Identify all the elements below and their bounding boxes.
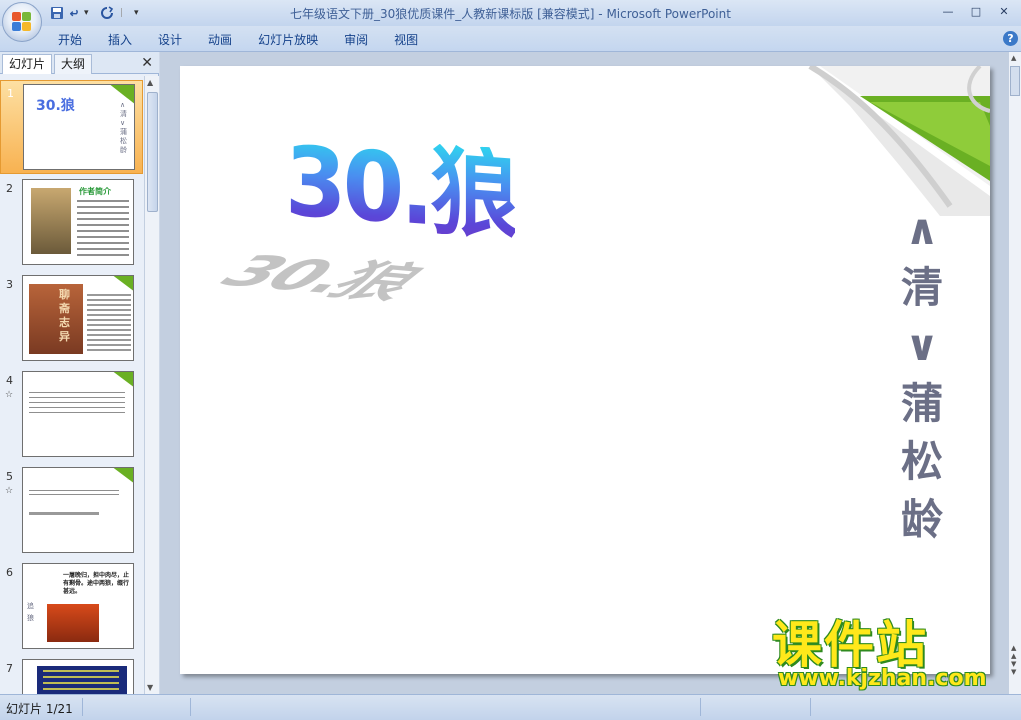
tab-design[interactable]: 设计: [148, 31, 198, 49]
slide-thumbnail-6[interactable]: 一屠晚归，担中肉尽，止有剩骨。途中两狼，缀行甚远。 追狼: [22, 563, 134, 649]
thumbnail-row[interactable]: 7: [0, 656, 143, 694]
thumb-title: 30.狼: [36, 98, 75, 114]
office-button[interactable]: [2, 2, 42, 42]
thumb-text-block: [43, 670, 119, 690]
next-slide-icon[interactable]: ▼ ▼: [1011, 660, 1016, 676]
tab-outline[interactable]: 大纲: [54, 54, 93, 74]
slide-thumbnail-1[interactable]: 30.狼 ∧清∨蒲松龄: [23, 84, 135, 170]
scrollbar-thumb[interactable]: [147, 92, 158, 212]
slide-number: 1: [7, 87, 14, 100]
thumbnail-row[interactable]: 5 ☆: [0, 464, 143, 558]
thumb-text-block: [29, 512, 99, 515]
slide-thumbnails: 1 30.狼 ∧清∨蒲松龄 2 作者简介 3 聊斋志异 4 ☆ 5 ☆ 6 一屠…: [0, 76, 143, 694]
ribbon-tabs: 开始 插入 设计 动画 幻灯片放映 审阅 视图: [48, 31, 434, 49]
portrait-image: [31, 188, 71, 254]
thumbnail-row[interactable]: 3 聊斋志异: [0, 272, 143, 366]
title-bar: ▾ | ▾ 七年级语文下册_30狼优质课件_人教新课标版 [兼容模式] - Mi…: [0, 0, 1021, 42]
window-controls: — □ ✕: [935, 2, 1017, 20]
author-vertical-text[interactable]: ∧ 清 ∨ 蒲 松 龄: [892, 201, 952, 549]
tab-insert[interactable]: 插入: [98, 31, 148, 49]
author-char: 蒲: [900, 379, 943, 428]
pane-tabs: 幻灯片 大纲 ✕: [0, 52, 159, 74]
thumbnails-scrollbar[interactable]: ▲ ▼: [144, 76, 159, 694]
scroll-up-icon[interactable]: ▲: [147, 78, 153, 87]
author-char: ∨: [904, 321, 940, 370]
tab-view[interactable]: 视图: [384, 31, 434, 49]
status-divider: [810, 698, 811, 716]
title-shadow: 30.狼: [201, 246, 438, 309]
book-cover-image: [29, 284, 83, 354]
office-logo-icon: [12, 12, 32, 32]
ribbon: 开始 插入 设计 动画 幻灯片放映 审阅 视图 ?: [0, 26, 1021, 52]
status-divider: [190, 698, 191, 716]
thumb-text-block: [87, 294, 131, 354]
tab-home[interactable]: 开始: [48, 31, 98, 49]
status-bar: 幻灯片 1/21: [0, 694, 1021, 720]
previous-slide-icon[interactable]: ▲ ▲: [1011, 644, 1016, 660]
thumb-side-label: 追狼: [27, 602, 34, 622]
thumbnail-row[interactable]: 4 ☆: [0, 368, 143, 462]
thumb-text: 一屠晚归，担中肉尽，止有剩骨。途中两狼，缀行甚远。: [63, 572, 130, 595]
author-char: 龄: [900, 495, 943, 544]
close-button[interactable]: ✕: [991, 2, 1017, 20]
slide-thumbnail-7[interactable]: [22, 659, 134, 694]
author-char: 清: [900, 263, 943, 312]
animation-star-icon: ☆: [5, 486, 14, 496]
watermark-url: www.kjzhan.com: [778, 666, 987, 691]
current-slide[interactable]: 30.狼 30.狼 ∧ 清 ∨ 蒲 松 龄: [180, 66, 990, 674]
close-pane-icon[interactable]: ✕: [141, 55, 153, 71]
thumb-text-block: [29, 490, 119, 498]
tab-slideshow[interactable]: 幻灯片放映: [248, 31, 334, 49]
wolf-scene-image: [47, 604, 99, 642]
status-divider: [700, 698, 701, 716]
watermark-logo: 课件站: [772, 616, 928, 674]
thumb-heading: 作者简介: [79, 187, 111, 196]
thumbnail-row[interactable]: 1 30.狼 ∧清∨蒲松龄: [0, 80, 143, 174]
editor-scrollbar[interactable]: ▲ ▲ ▲ ▼ ▼: [1008, 52, 1021, 694]
corner-decoration-icon: [110, 85, 134, 104]
corner-decoration-icon: [113, 276, 133, 291]
thumb-text-block: [77, 200, 129, 256]
thumb-author: ∧清∨蒲松龄: [120, 101, 127, 154]
slide-number: 3: [6, 278, 13, 291]
slide-number: 2: [6, 182, 13, 195]
slide-thumbnail-2[interactable]: 作者简介: [22, 179, 134, 265]
status-divider: [82, 698, 83, 716]
slide-thumbnail-5[interactable]: [22, 467, 134, 553]
tab-review[interactable]: 审阅: [334, 31, 384, 49]
tab-slides[interactable]: 幻灯片: [2, 54, 53, 74]
thumbnail-row[interactable]: 2 作者简介: [0, 176, 143, 270]
thumb-cover-title: 聊斋志异: [59, 288, 70, 343]
minimize-button[interactable]: —: [935, 2, 961, 20]
thumbnail-row[interactable]: 6 一屠晚归，担中肉尽，止有剩骨。途中两狼，缀行甚远。 追狼: [0, 560, 143, 654]
author-char: 松: [900, 437, 943, 486]
page-curl-decoration-icon: [808, 66, 990, 216]
maximize-button[interactable]: □: [963, 2, 989, 20]
slide-thumbnail-3[interactable]: 聊斋志异: [22, 275, 134, 361]
slide-editing-area: 30.狼 30.狼 ∧ 清 ∨ 蒲 松 龄: [160, 52, 1008, 694]
slide-title[interactable]: 30.狼: [285, 125, 515, 253]
tab-animations[interactable]: 动画: [198, 31, 248, 49]
thumb-text-block: [29, 392, 125, 414]
scrollbar-thumb[interactable]: [1010, 66, 1020, 96]
scroll-down-icon[interactable]: ▼: [147, 683, 153, 692]
slide-number: 6: [6, 566, 13, 579]
author-char: ∧: [904, 205, 940, 254]
animation-star-icon: ☆: [5, 390, 14, 400]
scroll-up-icon[interactable]: ▲: [1011, 54, 1016, 62]
corner-decoration-icon: [113, 468, 133, 483]
slides-pane: 幻灯片 大纲 ✕ 1 30.狼 ∧清∨蒲松龄 2 作者简介 3 聊斋志异 4 ☆…: [0, 52, 159, 694]
slide-indicator: 幻灯片 1/21: [6, 702, 73, 716]
slide-thumbnail-4[interactable]: [22, 371, 134, 457]
window-title: 七年级语文下册_30狼优质课件_人教新课标版 [兼容模式] - Microsof…: [290, 7, 731, 21]
corner-decoration-icon: [113, 372, 133, 387]
slide-number: 7: [6, 662, 13, 675]
slide-number: 5: [6, 470, 13, 483]
slide-number: 4: [6, 374, 13, 387]
help-icon[interactable]: ?: [1003, 31, 1018, 46]
